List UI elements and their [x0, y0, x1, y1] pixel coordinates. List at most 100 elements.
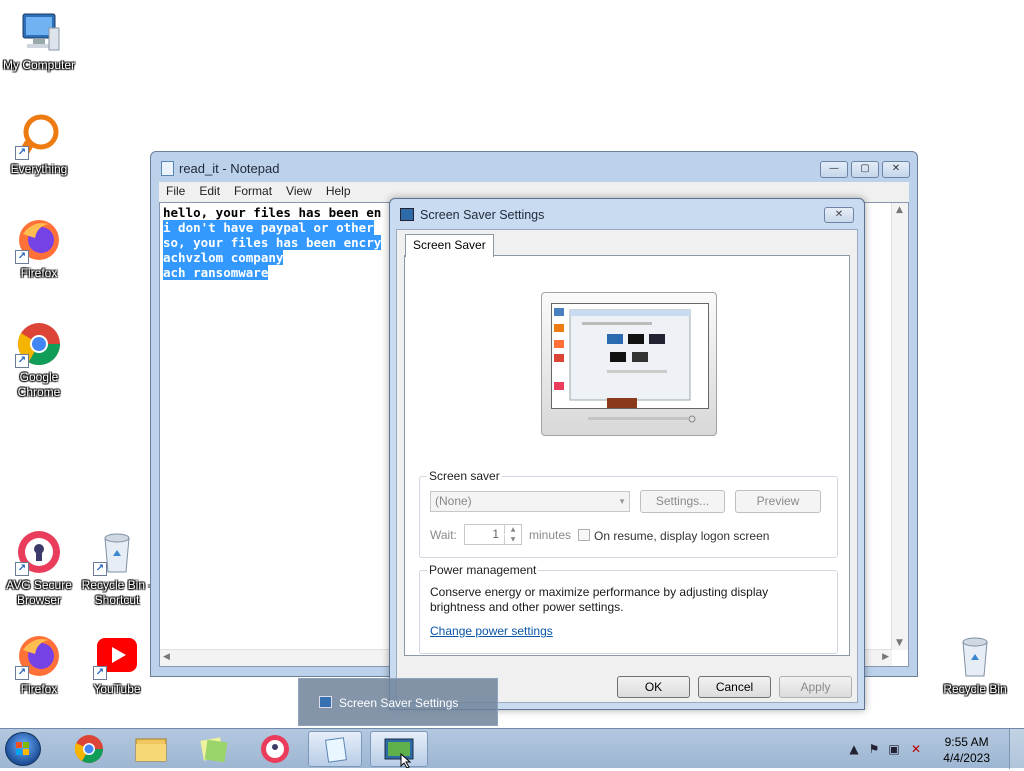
wait-stepper[interactable]: 1 ▲ ▼	[464, 524, 522, 545]
menu-edit[interactable]: Edit	[192, 182, 227, 202]
taskbar-notes[interactable]	[186, 731, 240, 767]
chevron-down-icon[interactable]: ▼	[504, 535, 521, 544]
avg-browser-icon: ↗	[15, 528, 63, 576]
menu-view[interactable]: View	[279, 182, 319, 202]
show-hidden-icons-icon[interactable]: ▲	[846, 741, 862, 757]
apply-button[interactable]: Apply	[779, 676, 852, 698]
shortcut-arrow-icon: ↗	[93, 666, 107, 680]
resume-logon-checkbox[interactable]	[578, 529, 590, 541]
selected-value: (None)	[435, 494, 472, 508]
minutes-label: minutes	[529, 528, 572, 542]
tab-screen-saver[interactable]: Screen Saver	[405, 234, 494, 257]
taskbar-notepad[interactable]	[308, 731, 362, 767]
taskbar-explorer[interactable]	[124, 731, 178, 767]
recycle-bin-icon	[951, 632, 999, 680]
shortcut-arrow-icon: ↗	[15, 146, 29, 160]
desktop-icon-label: AVG Secure Browser	[6, 578, 72, 607]
tab-panel: Screen saver (None) ▼ Settings... Previe…	[404, 255, 850, 656]
chevron-up-icon[interactable]: ▲	[504, 525, 521, 534]
ok-button[interactable]: OK	[617, 676, 690, 698]
start-button[interactable]	[5, 732, 41, 766]
desktop-icon-firefox[interactable]: ↗ Firefox	[0, 216, 78, 281]
desktop-icon-label: Everything	[10, 162, 68, 176]
clock-date: 4/4/2023	[943, 751, 990, 765]
power-description: Conserve energy or maximize performance …	[430, 585, 769, 599]
shortcut-arrow-icon: ↗	[15, 354, 29, 368]
youtube-icon: ↗	[93, 632, 141, 680]
desktop-icon-label: YouTube	[93, 682, 141, 696]
taskbar: ▲ ⚑ ▣ ✕ 9:55 AM 4/4/2023	[0, 728, 1024, 769]
menu-format[interactable]: Format	[227, 182, 279, 202]
taskbar-screen-saver[interactable]	[370, 731, 428, 769]
text-line: hello, your files has been en	[163, 205, 382, 220]
shortcut-arrow-icon: ↗	[15, 250, 29, 264]
text-line-selected: i don't have paypal or other	[163, 220, 374, 235]
desktop-icon-recycle-bin-shortcut[interactable]: ↗ Recycle Bin - Shortcut	[78, 528, 156, 608]
screen-saver-icon	[400, 208, 414, 221]
vertical-scrollbar[interactable]: ▲ ▼	[891, 203, 908, 650]
chevron-down-icon: ▼	[618, 497, 626, 506]
recycle-bin-icon: ↗	[93, 528, 141, 576]
shortcut-arrow-icon: ↗	[15, 666, 29, 680]
scroll-right-icon[interactable]: ▶	[882, 652, 889, 662]
desktop-icon-label: Firefox	[20, 682, 58, 696]
scroll-down-icon[interactable]: ▼	[896, 638, 903, 648]
computer-icon	[15, 8, 63, 56]
resume-logon-label: On resume, display logon screen	[594, 529, 770, 543]
screen-saver-dialog[interactable]: Screen Saver Settings ✕ Screen Saver Scr…	[389, 198, 865, 710]
scroll-up-icon[interactable]: ▲	[896, 205, 903, 215]
shortcut-arrow-icon: ↗	[93, 562, 107, 576]
window-title: read_it - Notepad	[179, 161, 280, 176]
settings-button[interactable]: Settings...	[640, 490, 725, 513]
desktop-icon-label: Google Chrome	[17, 370, 61, 399]
desktop-icon-firefox-2[interactable]: ↗ Firefox	[0, 632, 78, 697]
power-description: brightness and other power settings.	[430, 600, 624, 614]
screen-saver-icon	[319, 696, 332, 708]
wait-value: 1	[492, 527, 499, 541]
preview-button[interactable]: Preview	[735, 490, 821, 513]
maximize-button[interactable]: ▢	[851, 161, 879, 178]
taskbar-chrome[interactable]	[62, 731, 116, 767]
scroll-left-icon[interactable]: ◀	[163, 652, 170, 662]
sticky-notes-icon	[200, 737, 228, 763]
show-desktop-button[interactable]	[1009, 729, 1024, 769]
chrome-icon	[74, 735, 103, 763]
power-management-group: Power management Conserve energy or maxi…	[419, 563, 838, 654]
taskbar-avg-browser[interactable]	[248, 731, 302, 767]
windows-logo-icon	[16, 742, 29, 755]
volume-muted-icon[interactable]: ✕	[908, 741, 924, 757]
desktop-icon-recycle-bin[interactable]: Recycle Bin	[936, 632, 1014, 697]
desktop-icon-my-computer[interactable]: My Computer	[0, 8, 78, 73]
change-power-settings-link[interactable]: Change power settings	[430, 624, 553, 638]
desktop-icon-everything[interactable]: ↗ Everything	[0, 112, 78, 177]
cancel-button[interactable]: Cancel	[698, 676, 771, 698]
screen-saver-group: Screen saver (None) ▼ Settings... Previe…	[419, 469, 838, 558]
text-line-selected: ach ransomware	[163, 265, 269, 280]
action-center-flag-icon[interactable]: ⚑	[866, 741, 882, 757]
network-icon[interactable]: ▣	[886, 741, 902, 757]
minimize-button[interactable]: —	[820, 161, 848, 178]
shortcut-arrow-icon: ↗	[15, 562, 29, 576]
desktop-icon-avg-secure-browser[interactable]: ↗ AVG Secure Browser	[0, 528, 78, 608]
desktop-icon-youtube[interactable]: ↗ YouTube	[78, 632, 156, 697]
clock-time: 9:55 AM	[944, 735, 989, 749]
group-label: Screen saver	[427, 469, 502, 483]
screen-saver-select[interactable]: (None) ▼	[430, 491, 630, 512]
avg-browser-icon	[261, 735, 289, 763]
screen-saver-icon	[384, 738, 414, 769]
desktop-icon-label: Recycle Bin	[943, 682, 1007, 696]
menu-help[interactable]: Help	[319, 182, 358, 202]
dialog-body: Screen Saver Screen saver (None) ▼ Setti…	[396, 229, 858, 703]
monitor-preview	[541, 292, 717, 436]
preview-screen	[551, 303, 709, 409]
caption-buttons: — ▢ ✕	[820, 161, 910, 178]
editor-content: hello, your files has been en i don't ha…	[163, 205, 382, 280]
group-label: Power management	[427, 563, 539, 577]
desktop-icon-google-chrome[interactable]: ↗ Google Chrome	[0, 320, 78, 400]
menu-file[interactable]: File	[159, 182, 192, 202]
system-clock[interactable]: 9:55 AM 4/4/2023	[943, 734, 990, 766]
taskbar-thumbnail[interactable]: Screen Saver Settings	[298, 678, 498, 726]
close-button[interactable]: ✕	[824, 207, 854, 223]
firefox-icon: ↗	[15, 216, 63, 264]
close-button[interactable]: ✕	[882, 161, 910, 178]
